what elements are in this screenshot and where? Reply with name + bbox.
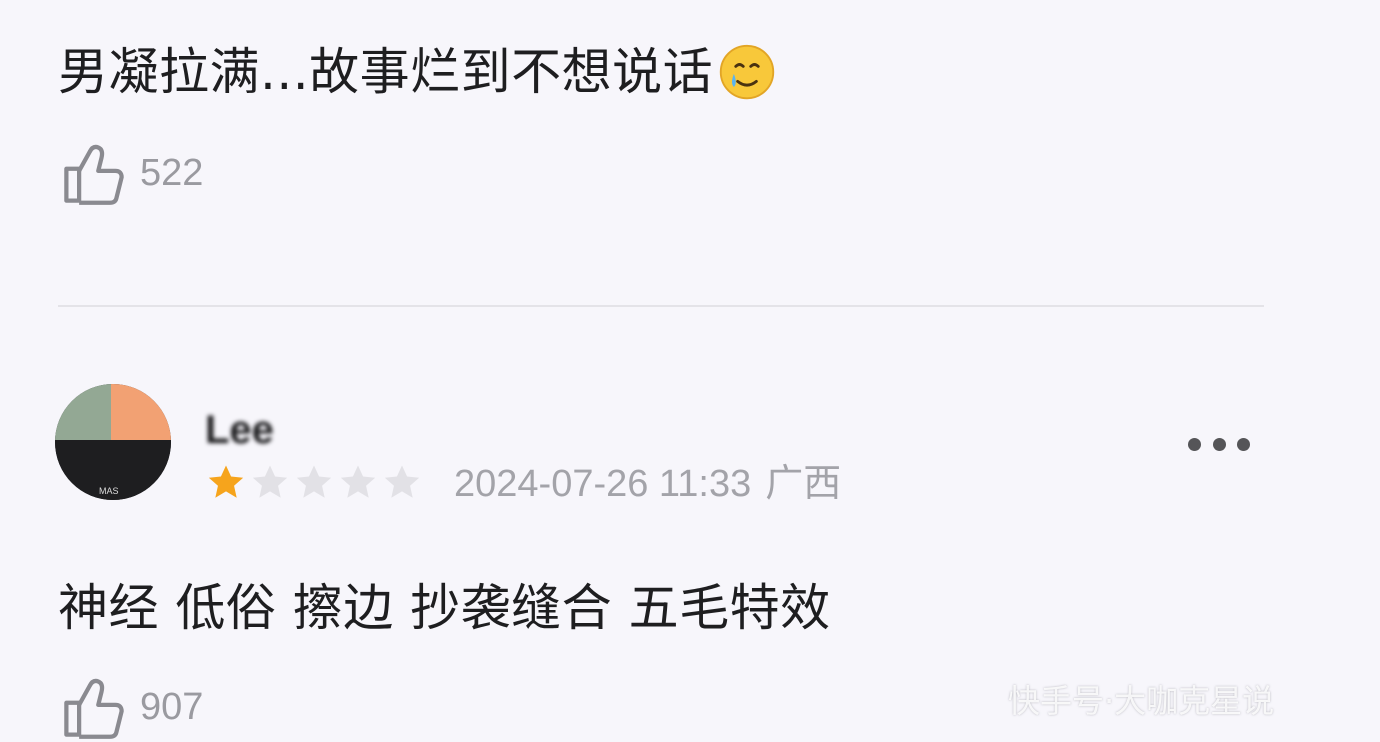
like-button[interactable]: 907 xyxy=(60,672,203,742)
comment-region: 广西 xyxy=(765,463,842,505)
username[interactable]: Lee xyxy=(205,410,274,446)
more-dots-icon[interactable] xyxy=(1188,432,1250,456)
holding-back-tears-emoji-icon xyxy=(720,44,775,99)
thumbs-up-icon xyxy=(64,144,124,205)
thumbs-up-icon xyxy=(64,678,124,739)
comment-meta: 2024-07-26 11:33 广西 xyxy=(454,462,841,506)
like-button[interactable]: 522 xyxy=(60,138,203,208)
star-filled-icon xyxy=(208,465,244,498)
comment-text: 神经 低俗 擦边 抄袭缝合 五毛特效 xyxy=(58,579,831,637)
star-rating xyxy=(205,462,423,504)
star-empty-icon xyxy=(384,465,420,498)
star-empty-icon xyxy=(296,465,332,498)
comment-text-content: 男凝拉满...故事烂到不想说话 xyxy=(58,43,714,101)
comment-divider xyxy=(58,305,1264,307)
comment-text: 男凝拉满...故事烂到不想说话 xyxy=(58,42,777,102)
like-count: 522 xyxy=(140,151,204,194)
star-empty-icon xyxy=(340,465,376,498)
avatar[interactable]: MAS xyxy=(55,384,171,500)
like-count: 907 xyxy=(140,685,204,728)
watermark: 快手号·大咖克星说 xyxy=(1008,682,1275,720)
comment-date: 2024-07-26 11:33 xyxy=(454,463,752,505)
star-empty-icon xyxy=(252,465,288,498)
